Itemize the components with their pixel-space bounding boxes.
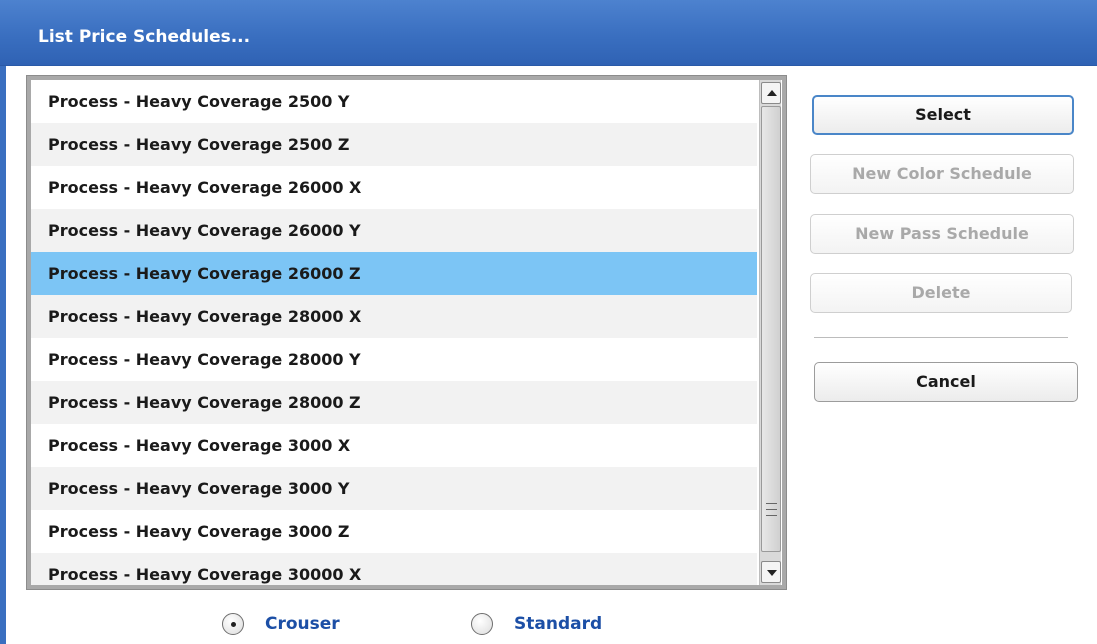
schedule-list-frame: Process - Heavy Coverage 2500 Y Process -… [26, 75, 787, 590]
dialog-left-border [0, 66, 6, 644]
list-item[interactable]: Process - Heavy Coverage 28000 Z [31, 381, 757, 424]
list-item[interactable]: Process - Heavy Coverage 3000 X [31, 424, 757, 467]
vertical-scrollbar[interactable] [759, 80, 781, 585]
list-item[interactable]: Process - Heavy Coverage 3000 Z [31, 510, 757, 553]
radio-button-checked-icon[interactable] [222, 613, 244, 635]
list-item[interactable]: Process - Heavy Coverage 28000 Y [31, 338, 757, 381]
dialog-title: List Price Schedules... [38, 27, 251, 47]
list-item[interactable]: Process - Heavy Coverage 28000 X [31, 295, 757, 338]
list-item[interactable]: Process - Heavy Coverage 30000 X [31, 553, 757, 585]
select-button[interactable]: Select [812, 95, 1074, 135]
scrollbar-thumb[interactable] [761, 106, 781, 552]
scroll-up-arrow-icon[interactable] [761, 82, 781, 104]
list-item[interactable]: Process - Heavy Coverage 26000 X [31, 166, 757, 209]
new-pass-schedule-button[interactable]: New Pass Schedule [810, 214, 1074, 254]
scroll-down-arrow-icon[interactable] [761, 561, 781, 583]
button-divider [814, 337, 1068, 338]
list-item-selected[interactable]: Process - Heavy Coverage 26000 Z [31, 252, 757, 295]
list-item[interactable]: Process - Heavy Coverage 3000 Y [31, 467, 757, 510]
radio-button-unchecked-icon[interactable] [471, 613, 493, 635]
grip-icon [766, 503, 777, 516]
list-item[interactable]: Process - Heavy Coverage 2500 Z [31, 123, 757, 166]
list-item[interactable]: Process - Heavy Coverage 26000 Y [31, 209, 757, 252]
schedule-list-viewport: Process - Heavy Coverage 2500 Y Process -… [31, 80, 757, 585]
radio-label-crouser: Crouser [265, 614, 340, 634]
list-item[interactable]: Process - Heavy Coverage 2500 Y [31, 80, 757, 123]
cancel-button[interactable]: Cancel [814, 362, 1078, 402]
radio-label-standard: Standard [514, 614, 603, 634]
delete-button[interactable]: Delete [810, 273, 1072, 313]
schedule-list[interactable]: Process - Heavy Coverage 2500 Y Process -… [31, 80, 782, 585]
dialog-title-bar: List Price Schedules... [0, 0, 1097, 66]
new-color-schedule-button[interactable]: New Color Schedule [810, 154, 1074, 194]
